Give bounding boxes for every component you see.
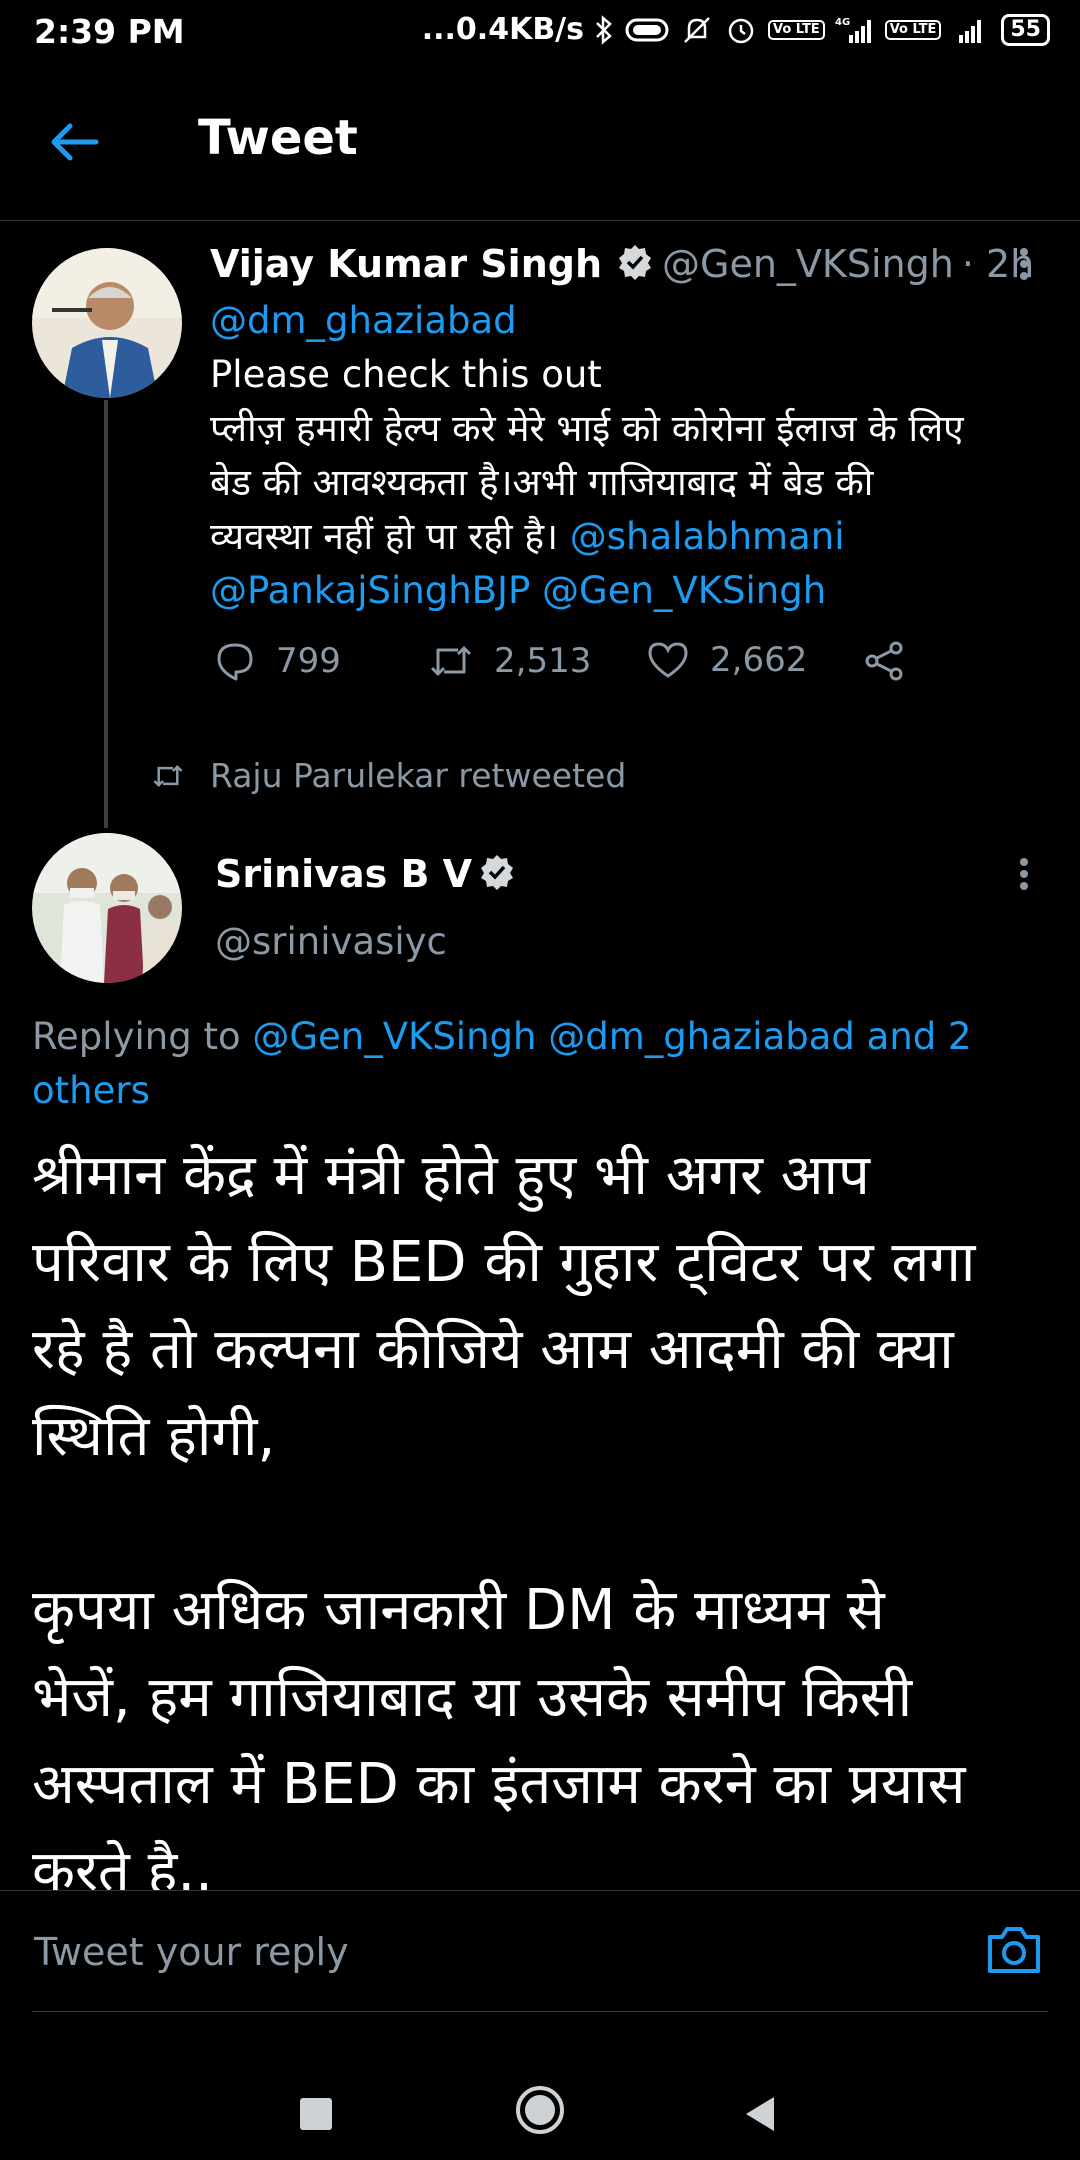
retweet-notice: Raju Parulekar retweeted	[148, 756, 626, 795]
avatar-srinivas-b-v[interactable]	[32, 833, 182, 983]
reply-count: 799	[276, 641, 341, 681]
home-button[interactable]	[514, 2084, 566, 2140]
tweet2-handle[interactable]: @srinivasiyc	[215, 920, 447, 963]
tweet2-line: कृपया अधिक जानकारी DM के माध्यम से	[32, 1578, 885, 1643]
bluetooth-icon	[594, 14, 614, 45]
tweet1-header: Vijay Kumar Singh @Gen_VKSingh · 2h	[210, 242, 1034, 286]
back-button[interactable]	[48, 118, 108, 166]
signal-icon-2	[951, 15, 991, 45]
tweet2-line	[32, 1480, 1052, 1567]
back-arrow-icon	[51, 123, 99, 161]
verified-badge-icon	[478, 853, 516, 895]
retweet-notice-text[interactable]: Raju Parulekar retweeted	[210, 756, 626, 795]
mention-shalabhmani[interactable]: @shalabhmani	[570, 515, 845, 558]
square-icon	[300, 2098, 332, 2130]
tweet1-action-bar: 799 2,513 2,662	[210, 640, 950, 700]
vibrate-icon	[624, 15, 670, 45]
tweet2-line: परिवार के लिए BED की गुहार ट्विटर पर लगा	[32, 1230, 976, 1295]
replying-to-others[interactable]: others	[32, 1069, 150, 1112]
tweet2-body: श्रीमान केंद्र में मंत्री होते हुए भी अग…	[32, 1132, 1052, 1915]
volte-badge-2: Vo LTE	[884, 19, 942, 40]
volte-badge-1: Vo LTE	[768, 19, 825, 40]
network-speed: ...0.4KB/s	[421, 12, 584, 47]
battery-indicator: 55	[1001, 13, 1050, 46]
heart-icon	[648, 642, 688, 678]
thread-connector-line	[104, 400, 108, 828]
replying-to-links[interactable]: @Gen_VKSingh @dm_ghaziabad and 2	[252, 1015, 971, 1058]
retweet-icon	[430, 646, 472, 676]
avatar-vijay-kumar-singh[interactable]	[32, 248, 182, 398]
svg-text:4G: 4G	[835, 17, 850, 28]
share-button[interactable]	[862, 640, 906, 682]
tweet1-line: व्यवस्था नहीं हो पा रही है।	[210, 515, 570, 558]
retweet-count: 2,513	[494, 641, 592, 681]
retweet-button[interactable]: 2,513	[428, 640, 591, 682]
status-bar: 2:39 PM ...0.4KB/s Vo LTE 4G Vo LTE 55	[0, 0, 1080, 70]
share-icon	[865, 641, 903, 681]
tweet2-more-menu-button[interactable]	[1012, 854, 1036, 904]
android-nav-bar	[0, 2012, 1080, 2160]
tweet1-more-menu-button[interactable]	[1012, 244, 1036, 294]
reply-input[interactable]	[32, 1921, 936, 1983]
triangle-back-icon	[746, 2097, 774, 2131]
tweet1-line: प्लीज़ हमारी हेल्प करे मेरे भाई को कोरोन…	[210, 407, 964, 450]
home-circle-icon	[516, 2086, 564, 2134]
mute-bell-icon	[680, 13, 714, 47]
mention-gen-vksingh[interactable]: @Gen_VKSingh	[542, 569, 826, 612]
tweet1-handle[interactable]: @Gen_VKSingh	[662, 242, 954, 286]
back-nav-button[interactable]	[742, 2094, 778, 2138]
tweet1-line: Please check this out	[210, 353, 602, 396]
signal-icon-1: 4G	[835, 15, 875, 45]
tweet2-line: अस्पताल में BED का इंतजाम करने का प्रयास	[32, 1752, 966, 1817]
replying-prefix: Replying to	[32, 1015, 253, 1058]
alarm-icon	[724, 13, 758, 47]
tweet2-line: श्रीमान केंद्र में मंत्री होते हुए भी अग…	[32, 1143, 870, 1208]
reply-button[interactable]: 799	[214, 640, 341, 682]
tweet2-header: Srinivas B V	[215, 852, 516, 896]
status-time: 2:39 PM	[34, 12, 185, 51]
like-count: 2,662	[710, 640, 808, 680]
replying-to-line: Replying to @Gen_VKSingh @dm_ghaziabad a…	[32, 1010, 1032, 1118]
tweet1-author-name[interactable]: Vijay Kumar Singh	[210, 242, 602, 286]
camera-button[interactable]	[984, 1923, 1044, 1981]
reply-bar	[0, 1890, 1080, 2013]
status-icons: ...0.4KB/s Vo LTE 4G Vo LTE 55	[422, 12, 1050, 47]
tweet2-line: रहे है तो कल्पना कीजिये आम आदमी की क्या	[32, 1317, 954, 1382]
retweet-small-icon	[153, 764, 183, 787]
page-title: Tweet	[198, 110, 358, 166]
tweet1-body: @dm_ghaziabad Please check this out प्ली…	[210, 294, 1030, 618]
tweet2-line: स्थिति होगी,	[32, 1404, 276, 1469]
tweet2-line: भेजें, हम गाजियाबाद या उसके समीप किसी	[32, 1665, 913, 1730]
recent-apps-button[interactable]	[298, 2096, 334, 2136]
header: Tweet	[0, 70, 1080, 221]
tweet1-line: बेड की आवश्यकता है।अभी गाजियाबाद में बेड…	[210, 461, 874, 504]
reply-icon	[217, 643, 253, 681]
mention-pankajsinghbjp[interactable]: @PankajSinghBJP	[210, 569, 530, 612]
camera-icon	[988, 1927, 1040, 1973]
tweet2-author-name[interactable]: Srinivas B V	[215, 852, 472, 896]
verified-badge-icon	[616, 243, 654, 285]
like-button[interactable]: 2,662	[646, 640, 807, 680]
mention-dm-ghaziabad[interactable]: @dm_ghaziabad	[210, 299, 517, 342]
